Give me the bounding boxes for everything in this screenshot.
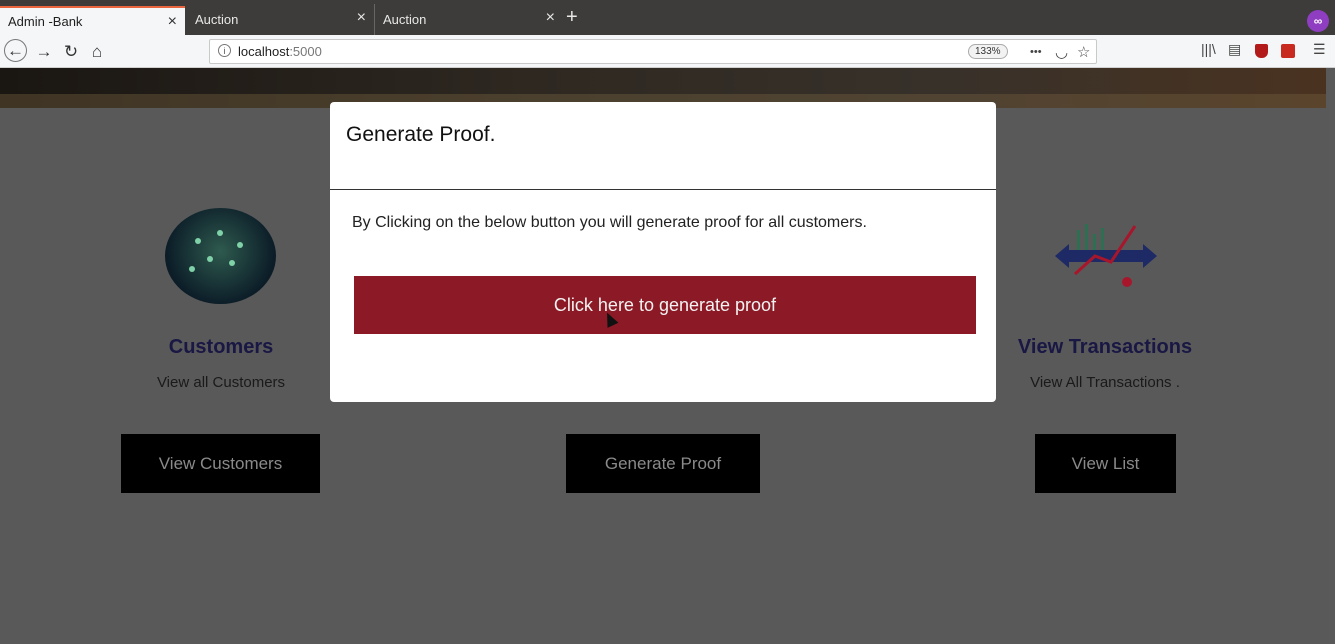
- new-tab-icon[interactable]: +: [566, 7, 578, 27]
- generate-proof-button[interactable]: Generate Proof: [566, 434, 760, 493]
- close-tab-icon[interactable]: ×: [546, 10, 555, 26]
- back-icon[interactable]: ←: [4, 39, 27, 62]
- transactions-illustration: [1055, 224, 1157, 287]
- view-transactions-subtitle: View All Transactions .: [1030, 374, 1180, 391]
- navigation-bar: ← → ↻ ⌂ i localhost:5000 133% ••• ◡ ☆ ||…: [0, 35, 1335, 68]
- site-info-icon[interactable]: i: [218, 44, 231, 57]
- generate-proof-confirm-button[interactable]: Click here to generate proof: [354, 276, 976, 334]
- tab-auction-2[interactable]: Auction ×: [375, 4, 563, 35]
- close-tab-icon[interactable]: ×: [357, 10, 366, 26]
- home-icon[interactable]: ⌂: [85, 40, 109, 64]
- modal-divider: [330, 189, 996, 190]
- close-tab-icon[interactable]: ×: [168, 14, 177, 30]
- zoom-level[interactable]: 133%: [968, 44, 1008, 59]
- sidebar-icon[interactable]: ▤: [1228, 41, 1241, 58]
- view-list-button[interactable]: View List: [1035, 434, 1176, 493]
- url-bar[interactable]: i localhost:5000 133% ••• ◡ ☆: [209, 39, 1097, 64]
- reload-icon[interactable]: ↻: [59, 40, 83, 64]
- tab-bar: Admin -Bank × Auction × Auction × + ∞: [0, 0, 1335, 35]
- library-icon[interactable]: |||\: [1201, 41, 1216, 57]
- url-host: localhost: [238, 44, 290, 59]
- forward-icon[interactable]: →: [32, 40, 56, 64]
- menu-icon[interactable]: ☰: [1313, 41, 1326, 58]
- pocket-icon[interactable]: ◡: [1055, 43, 1068, 61]
- page-actions-icon[interactable]: •••: [1030, 46, 1042, 58]
- customers-illustration: [165, 208, 276, 304]
- url-port: :5000: [289, 44, 322, 59]
- url-text: localhost:5000: [238, 44, 322, 59]
- private-browsing-icon: ∞: [1307, 10, 1329, 32]
- modal-description: By Clicking on the below button you will…: [352, 214, 867, 231]
- bookmark-star-icon[interactable]: ☆: [1077, 43, 1090, 61]
- view-customers-button[interactable]: View Customers: [121, 434, 320, 493]
- tab-title: Auction: [195, 12, 239, 27]
- customers-title: Customers: [168, 336, 274, 358]
- generate-proof-modal: Generate Proof. By Clicking on the below…: [330, 102, 996, 402]
- ublock-icon[interactable]: [1255, 44, 1268, 58]
- view-transactions-title: View Transactions: [1017, 336, 1193, 358]
- extension-icon[interactable]: [1281, 44, 1295, 58]
- tab-auction-1[interactable]: Auction ×: [187, 4, 375, 35]
- customers-subtitle: View all Customers: [156, 374, 286, 391]
- modal-title: Generate Proof.: [346, 123, 496, 146]
- tab-title: Admin -Bank: [8, 14, 83, 29]
- tab-title: Auction: [383, 12, 427, 27]
- tab-admin-bank[interactable]: Admin -Bank ×: [0, 6, 185, 35]
